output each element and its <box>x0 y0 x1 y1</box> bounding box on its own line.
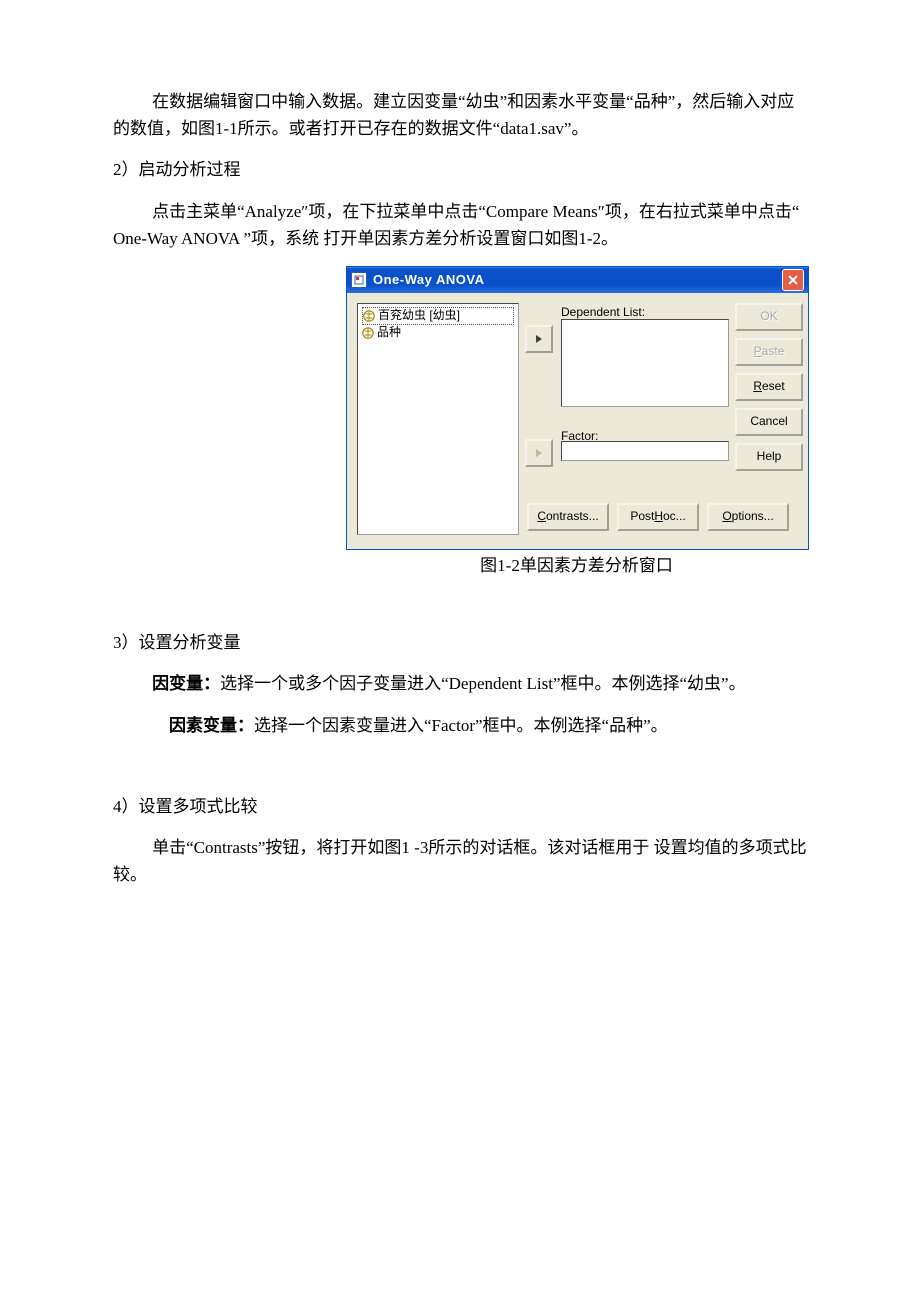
move-to-dependent-button[interactable] <box>525 325 553 353</box>
label-dependent: 因变量： <box>152 674 220 693</box>
anova-dialog: One-Way ANOVA 百兖幼虫 [幼虫] <box>346 266 809 550</box>
variable-list[interactable]: 百兖幼虫 [幼虫] 品种 <box>357 303 519 535</box>
dialog-side-buttons: OK Paste Reset Cancel Help <box>735 303 803 471</box>
posthoc-button[interactable]: Post Hoc... <box>617 503 699 531</box>
move-to-factor-button[interactable] <box>525 439 553 467</box>
close-icon[interactable] <box>782 269 804 291</box>
variable-item[interactable]: 品种 <box>362 325 514 341</box>
reset-button[interactable]: Reset <box>735 373 803 401</box>
paragraph-intro: 在数据编辑窗口中输入数据。建立因变量“幼虫”和因素水平变量“品种”，然后输入对应… <box>113 88 807 142</box>
options-button[interactable]: Options... <box>707 503 789 531</box>
dependent-list-label: Dependent List: <box>561 303 729 317</box>
text-factor: 选择一个因素变量进入“Factor”框中。本例选择“品种”。 <box>254 716 668 735</box>
dialog-bottom-buttons: Contrasts... Post Hoc... Options... <box>525 503 803 531</box>
heading-step4: 4）设置多项式比较 <box>113 793 807 820</box>
paragraph-step2: 点击主菜单“Analyze″项，在下拉菜单中点击“Compare Means″项… <box>113 198 807 252</box>
figure-anova-dialog: One-Way ANOVA 百兖幼虫 [幼虫] <box>346 266 807 579</box>
heading-step3: 3）设置分析变量 <box>113 629 807 656</box>
dialog-titlebar[interactable]: One-Way ANOVA <box>347 267 808 293</box>
paragraph-factor: 因素变量：选择一个因素变量进入“Factor”框中。本例选择“品种”。 <box>169 712 807 739</box>
help-button[interactable]: Help <box>735 443 803 471</box>
text-dependent: 选择一个或多个因子变量进入“Dependent List”框中。本例选择“幼虫”… <box>220 674 746 693</box>
paragraph-dependent: 因变量：选择一个或多个因子变量进入“Dependent List”框中。本例选择… <box>113 670 807 697</box>
ok-button[interactable]: OK <box>735 303 803 331</box>
variable-item[interactable]: 百兖幼虫 [幼虫] <box>362 307 514 325</box>
dialog-title: One-Way ANOVA <box>373 270 782 291</box>
scale-icon <box>363 310 375 322</box>
paste-button[interactable]: Paste <box>735 338 803 366</box>
contrasts-button[interactable]: Contrasts... <box>527 503 609 531</box>
scale-icon <box>362 327 374 339</box>
variable-label: 品种 <box>377 323 401 342</box>
app-icon <box>351 272 367 288</box>
label-factor: 因素变量： <box>169 716 254 735</box>
document-page: 在数据编辑窗口中输入数据。建立因变量“幼虫”和因素水平变量“品种”，然后输入对应… <box>0 0 920 1302</box>
dependent-list[interactable] <box>561 319 729 407</box>
figure-caption: 图1-2单因素方差分析窗口 <box>346 552 807 579</box>
dialog-body: 百兖幼虫 [幼虫] 品种 Dependent List: <box>347 293 808 549</box>
cancel-button[interactable]: Cancel <box>735 408 803 436</box>
heading-step2: 2）启动分析过程 <box>113 156 807 183</box>
paragraph-step4: 单击“Contrasts”按钮，将打开如图1 -3所示的对话框。该对话框用于 设… <box>113 834 807 888</box>
factor-input[interactable] <box>561 441 729 461</box>
